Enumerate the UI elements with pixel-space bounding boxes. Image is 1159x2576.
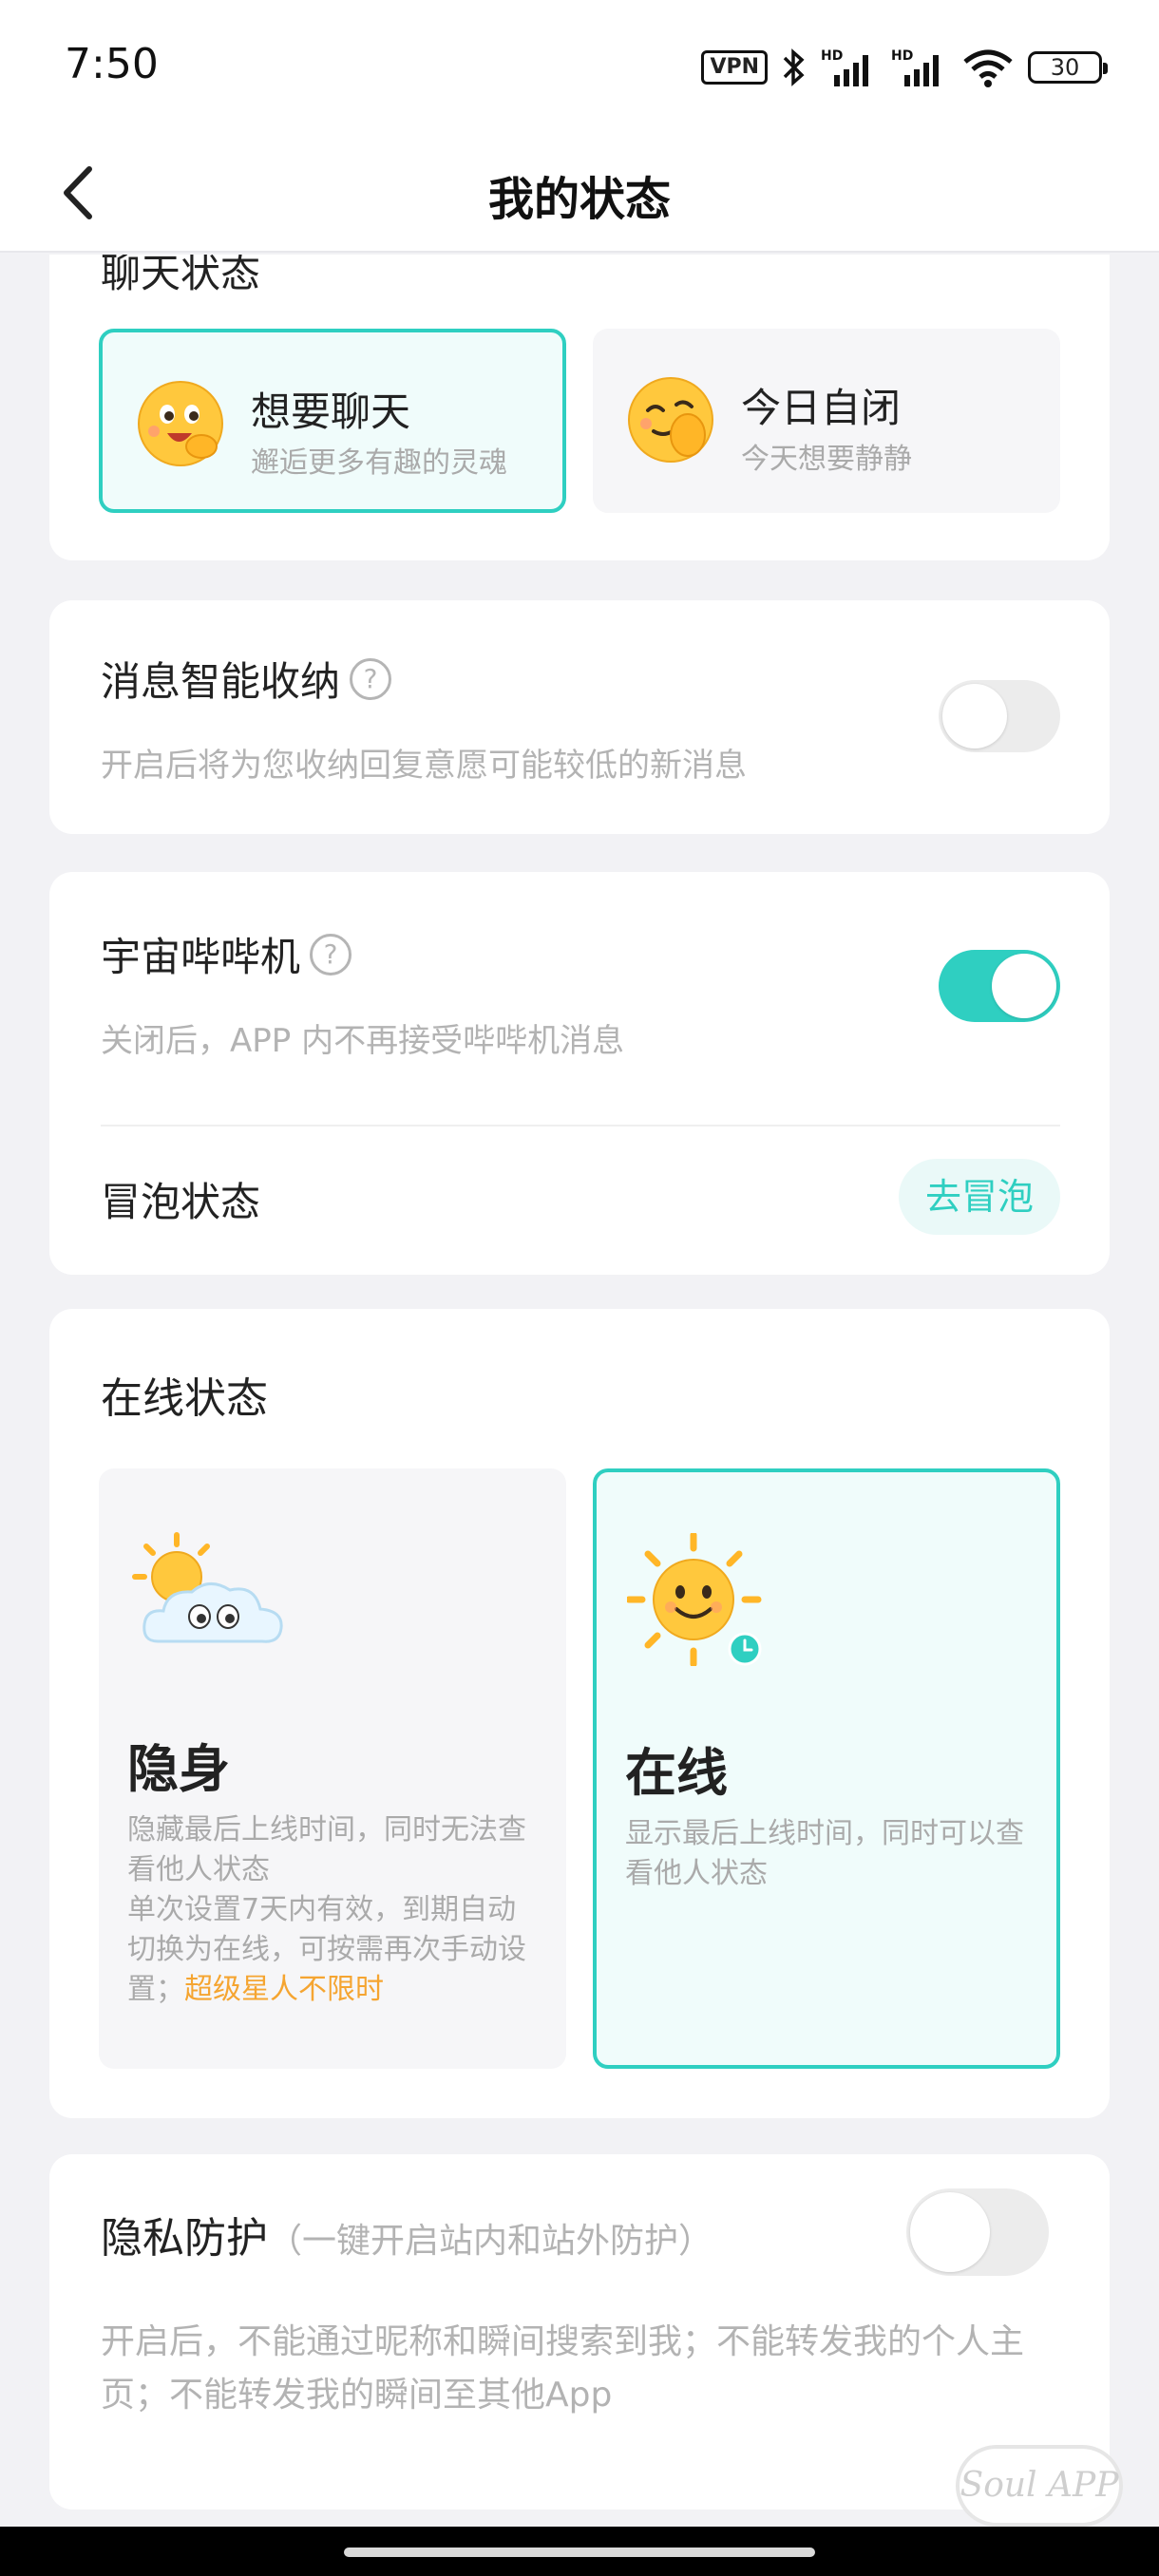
privacy-toggle[interactable]	[906, 2188, 1049, 2276]
online-status-title: 在线状态	[101, 1374, 268, 1423]
battery-icon: 30	[1028, 51, 1108, 84]
privacy-row: 隐私防护（一键开启站内和站外防护）	[101, 2204, 712, 2264]
waving-emoji-icon	[628, 377, 713, 463]
help-icon[interactable]: ?	[310, 933, 352, 975]
chat-option-subtitle: 今天想要静静	[741, 443, 912, 476]
chat-option-want-chat[interactable]: 想要聊天 邂逅更多有趣的灵魂	[99, 329, 566, 513]
message-fold-row: 消息智能收纳 ?	[101, 650, 392, 708]
chat-status-card: 聊天状态 想要聊天 邂逅更多有趣的灵魂 今日自闭 今天想要静静	[49, 255, 1110, 560]
page-title: 我的状态	[487, 173, 671, 226]
super-star-highlight[interactable]: 超级星人不限时	[184, 1973, 384, 2006]
home-indicator[interactable]	[344, 2548, 815, 2557]
toggle-knob	[992, 954, 1056, 1018]
chat-option-title: 今日自闭	[741, 385, 902, 431]
system-nav-bar	[0, 2527, 1159, 2576]
online-option-online[interactable]: 在线 显示最后上线时间，同时可以查看他人状态	[593, 1468, 1060, 2069]
status-time: 7:50	[65, 40, 159, 88]
bubble-title: 冒泡状态	[101, 1179, 261, 1225]
settings-content[interactable]: 聊天状态 想要聊天 邂逅更多有趣的灵魂 今日自闭 今天想要静静 消息智能收纳 ?…	[0, 255, 1159, 2527]
message-fold-toggle[interactable]	[939, 680, 1060, 752]
svg-text:HD: HD	[821, 48, 843, 64]
online-desc-line: 显示最后上线时间，同时可以查看他人状态	[625, 1817, 1024, 1890]
happy-emoji-icon	[138, 381, 223, 466]
online-desc-line: 隐藏最后上线时间，同时无法查看他人状态	[127, 1813, 526, 1886]
help-icon[interactable]: ?	[350, 657, 392, 700]
toggle-knob	[910, 2192, 990, 2272]
online-desc-line: 单次设置7天内有效，到期自动切换为在线，可按需再次手动设置；超级星人不限时	[127, 1890, 536, 2010]
status-icons: VPN HD HD 30	[701, 46, 1108, 89]
online-status-card: 在线状态 隐身 隐藏最后上线时间，同时无法查看他人状态 单次设置7天内有效，到期…	[49, 1309, 1110, 2118]
privacy-card: 隐私防护（一键开启站内和站外防护） 开启后，不能通过昵称和瞬间搜索到我；不能转发…	[49, 2154, 1110, 2510]
divider	[101, 1125, 1060, 1127]
soul-app-watermark: Soul APP	[956, 2445, 1123, 2527]
online-option-description: 显示最后上线时间，同时可以查看他人状态	[625, 1814, 1034, 1894]
chat-option-title: 想要聊天	[251, 388, 411, 435]
privacy-description: 开启后，不能通过昵称和瞬间搜索到我；不能转发我的个人主页；不能转发我的瞬间至其他…	[101, 2322, 1025, 2415]
chat-option-subtitle: 邂逅更多有趣的灵魂	[251, 446, 507, 480]
bibi-toggle[interactable]	[939, 950, 1060, 1022]
bibi-description: 关闭后，APP 内不再接受哔哔机消息	[101, 1022, 625, 1060]
bibi-title: 宇宙哔哔机	[101, 934, 301, 980]
message-fold-title: 消息智能收纳	[101, 658, 341, 705]
online-option-description: 隐藏最后上线时间，同时无法查看他人状态 单次设置7天内有效，到期自动切换为在线，…	[127, 1810, 536, 2010]
sun-clock-icon	[627, 1533, 762, 1666]
chat-option-autism[interactable]: 今日自闭 今天想要静静	[593, 329, 1060, 513]
bluetooth-icon	[783, 48, 805, 86]
wifi-icon	[963, 49, 1013, 87]
bibi-card: 宇宙哔哔机 ? 关闭后，APP 内不再接受哔哔机消息 冒泡状态 去冒泡	[49, 872, 1110, 1275]
chat-status-title: 聊天状态	[101, 255, 261, 296]
bubble-row: 冒泡状态	[101, 1170, 260, 1228]
online-option-title: 隐身	[127, 1739, 230, 1799]
vpn-icon: VPN	[701, 50, 768, 85]
svg-text:HD: HD	[891, 48, 913, 64]
online-option-invisible[interactable]: 隐身 隐藏最后上线时间，同时无法查看他人状态 单次设置7天内有效，到期自动切换为…	[99, 1468, 566, 2069]
toggle-knob	[942, 684, 1007, 748]
privacy-hint: （一键开启站内和站外防护）	[268, 2222, 713, 2261]
hd-signal-icon: HD	[821, 48, 868, 86]
sun-behind-cloud-icon	[132, 1532, 283, 1643]
status-bar: 7:50 VPN HD HD 30	[0, 0, 1159, 133]
message-fold-card: 消息智能收纳 ? 开启后将为您收纳回复意愿可能较低的新消息	[49, 600, 1110, 834]
hd-signal-icon: HD	[891, 48, 939, 86]
go-bubble-button[interactable]: 去冒泡	[899, 1159, 1060, 1235]
bibi-row: 宇宙哔哔机 ?	[101, 925, 352, 983]
message-fold-description: 开启后将为您收纳回复意愿可能较低的新消息	[101, 747, 747, 785]
privacy-title: 隐私防护	[101, 2214, 268, 2263]
nav-bar: 我的状态	[0, 133, 1159, 253]
online-option-title: 在线	[625, 1743, 728, 1803]
